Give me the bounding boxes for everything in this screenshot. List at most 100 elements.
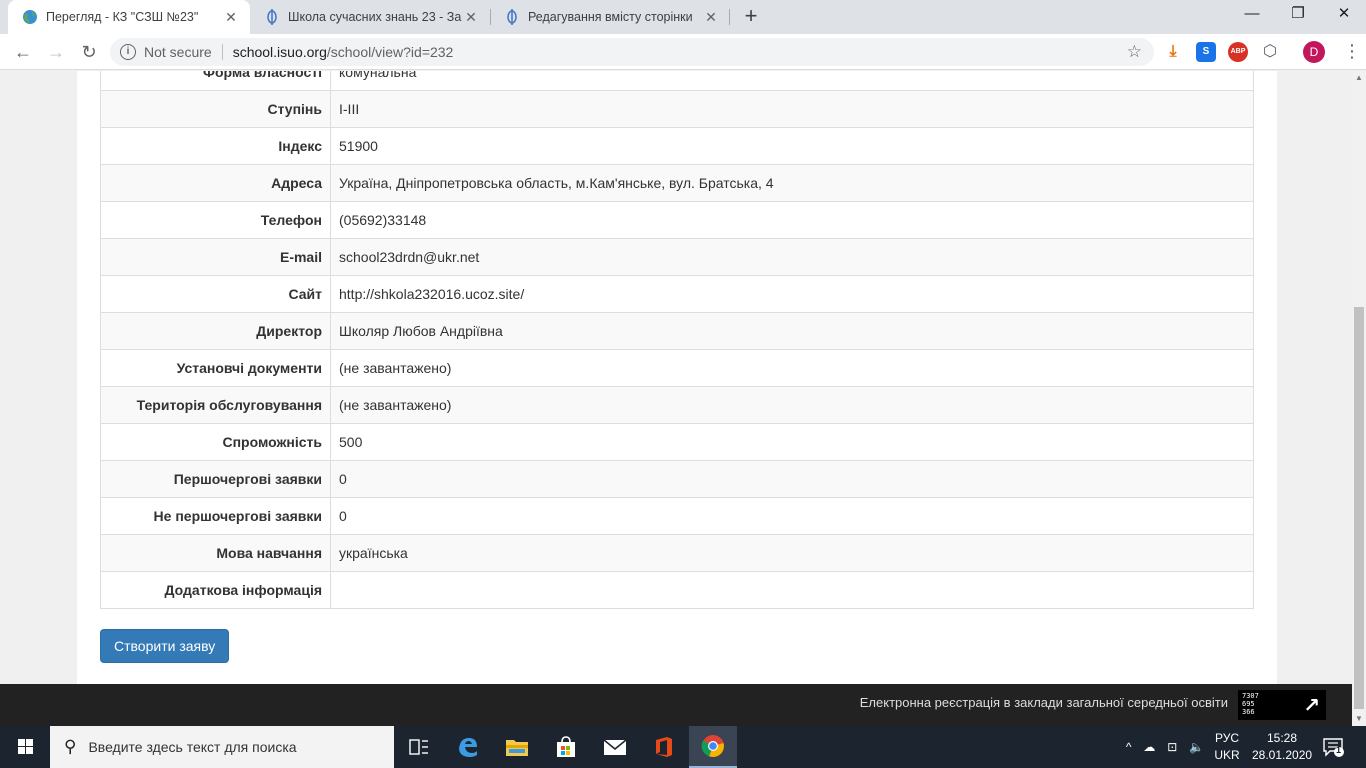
scroll-up-icon[interactable]: ▲ [1352, 71, 1366, 85]
field-label: Телефон [100, 201, 331, 239]
minimize-button[interactable]: — [1229, 0, 1275, 30]
tab-title: Редагування вмісту сторінки [528, 10, 693, 24]
adblock-icon[interactable]: ABP [1228, 42, 1248, 62]
onedrive-icon[interactable]: ☁ [1143, 740, 1155, 754]
table-row: Індекс 51900 [100, 127, 1254, 165]
field-value: 500 [330, 423, 1254, 461]
page-scrollbar[interactable]: ▲ ▼ [1352, 71, 1366, 726]
chrome-icon[interactable] [689, 726, 737, 768]
table-row: Спроможність 500 [100, 423, 1254, 461]
close-icon[interactable]: ✕ [222, 9, 240, 26]
menu-dots-icon[interactable]: ⋮ [1343, 40, 1361, 64]
volume-icon[interactable]: 🔈 [1189, 740, 1204, 754]
clock[interactable]: 15:28 28.01.2020 [1226, 730, 1312, 764]
download-icon[interactable]: ⤓ [1163, 42, 1183, 62]
table-row: Форма власності комунальна [100, 71, 1254, 91]
close-icon[interactable]: ✕ [462, 9, 480, 26]
field-label: Не першочергові заявки [100, 497, 331, 535]
field-value: Школяр Любов Андріївна [330, 312, 1254, 350]
tab-school-registered[interactable]: Школа сучасних знань 23 - Зареєстр ✕ [250, 0, 490, 34]
school-info-table: Форма власності комунальна Ступінь I-III Інд… [100, 71, 1254, 609]
site-icon [504, 9, 520, 25]
address-bar[interactable]: i Not secure school.isuo.org/school/view… [110, 38, 1154, 66]
network-icon[interactable]: ⊡ [1167, 740, 1177, 754]
back-button[interactable]: ← [10, 39, 36, 65]
file-explorer-icon[interactable] [493, 726, 541, 768]
field-value: 0 [330, 460, 1254, 498]
maximize-button[interactable]: ❐ [1275, 0, 1321, 30]
extension-hex-icon[interactable]: ⬡ [1260, 42, 1280, 62]
field-label: Першочергові заявки [100, 460, 331, 498]
table-row: Директор Школяр Любов Андріївна [100, 312, 1254, 350]
skype-icon[interactable]: S [1196, 42, 1216, 62]
security-label: Not secure [144, 44, 212, 60]
field-value: 0 [330, 497, 1254, 535]
field-label: Додаткова інформація [100, 571, 331, 609]
field-label: Форма власності [100, 71, 331, 91]
tab-school-view[interactable]: Перегляд - КЗ "СЗШ №23" ✕ [8, 0, 250, 34]
show-hidden-icons-icon[interactable]: ^ [1126, 740, 1132, 754]
store-icon[interactable] [542, 726, 590, 768]
browser-tab-strip: Перегляд - КЗ "СЗШ №23" ✕ Школа сучасних… [0, 0, 1366, 34]
page-viewport: Форма власності комунальна Ступінь I-III Інд… [0, 71, 1352, 726]
taskbar-search[interactable]: ⚲ Введите здесь текст для поиска [50, 726, 394, 768]
edge-icon[interactable] [444, 726, 492, 768]
table-row: Телефон (05692)33148 [100, 201, 1254, 239]
system-tray: ^ ☁ ⊡ 🔈 [1120, 726, 1210, 768]
info-icon[interactable]: i [120, 44, 136, 60]
windows-start-button[interactable] [0, 726, 50, 768]
browser-toolbar: ← → ↻ i Not secure school.isuo.org/schoo… [0, 34, 1366, 70]
field-value: (не завантажено) [330, 386, 1254, 424]
windows-logo-icon [18, 739, 33, 754]
office-icon[interactable] [640, 726, 688, 768]
close-window-button[interactable]: ✕ [1321, 0, 1366, 30]
field-label: Установчі документи [100, 349, 331, 387]
url-host: school.isuo.org [232, 44, 327, 60]
field-value: (не завантажено) [330, 349, 1254, 387]
table-row: Додаткова інформація [100, 571, 1254, 609]
profile-avatar[interactable]: D [1303, 41, 1325, 63]
new-tab-button[interactable]: + [738, 4, 764, 30]
clock-time: 15:28 [1266, 731, 1298, 745]
field-value: 51900 [330, 127, 1254, 165]
field-label: Сайт [100, 275, 331, 313]
field-value: українська [330, 534, 1254, 572]
table-row: Територія обслуговування (не завантажено) [100, 386, 1254, 424]
table-row: Адреса Україна, Дніпропетровська область,… [100, 164, 1254, 202]
tab-edit-page[interactable]: Редагування вмісту сторінки ✕ [490, 0, 730, 34]
field-label: Мова навчання [100, 534, 331, 572]
site-icon [264, 9, 280, 25]
footer-logo[interactable]: 7307 695 366 ↗ [1238, 690, 1326, 720]
field-value: http://shkola232016.ucoz.site/ [330, 275, 1254, 313]
table-row: Сайт http://shkola232016.ucoz.site/ [100, 275, 1254, 313]
field-label: Ступінь [100, 90, 331, 128]
tab-title: Перегляд - КЗ "СЗШ №23" [46, 10, 199, 24]
create-application-button[interactable]: Створити заяву [100, 629, 230, 663]
notifications-icon[interactable]: 1 [1322, 736, 1346, 758]
field-value: Україна, Дніпропетровська область, м.Кам… [330, 164, 1254, 202]
field-label: Спроможність [100, 423, 331, 461]
arrow-icon: ↗ [1303, 693, 1320, 717]
notification-count: 1 [1336, 745, 1342, 755]
forward-button[interactable]: → [43, 39, 69, 65]
close-icon[interactable]: ✕ [702, 9, 720, 26]
windows-taskbar: ⚲ Введите здесь текст для поиска ^ ☁ ⊡ 🔈… [0, 726, 1366, 768]
table-row: Установчі документи (не завантажено) [100, 349, 1254, 387]
field-value: комунальна [330, 71, 1254, 91]
footer-text: Електронна реєстрація в заклади загально… [859, 695, 1228, 710]
tab-separator [729, 9, 730, 25]
mail-icon[interactable] [591, 726, 639, 768]
table-row: Першочергові заявки 0 [100, 460, 1254, 498]
clock-date: 28.01.2020 [1252, 748, 1313, 762]
site-footer: Електронна реєстрація в заклади загально… [0, 684, 1352, 726]
bookmark-star-icon[interactable]: ☆ [1127, 42, 1142, 62]
search-placeholder: Введите здесь текст для поиска [88, 739, 297, 755]
field-value: I-III [330, 90, 1254, 128]
field-label: Територія обслуговування [100, 386, 331, 424]
field-value: (05692)33148 [330, 201, 1254, 239]
globe-icon [22, 9, 38, 25]
scroll-thumb[interactable] [1354, 307, 1364, 709]
task-view-icon[interactable] [395, 726, 443, 768]
scroll-down-icon[interactable]: ▼ [1352, 712, 1366, 726]
reload-button[interactable]: ↻ [76, 39, 102, 65]
